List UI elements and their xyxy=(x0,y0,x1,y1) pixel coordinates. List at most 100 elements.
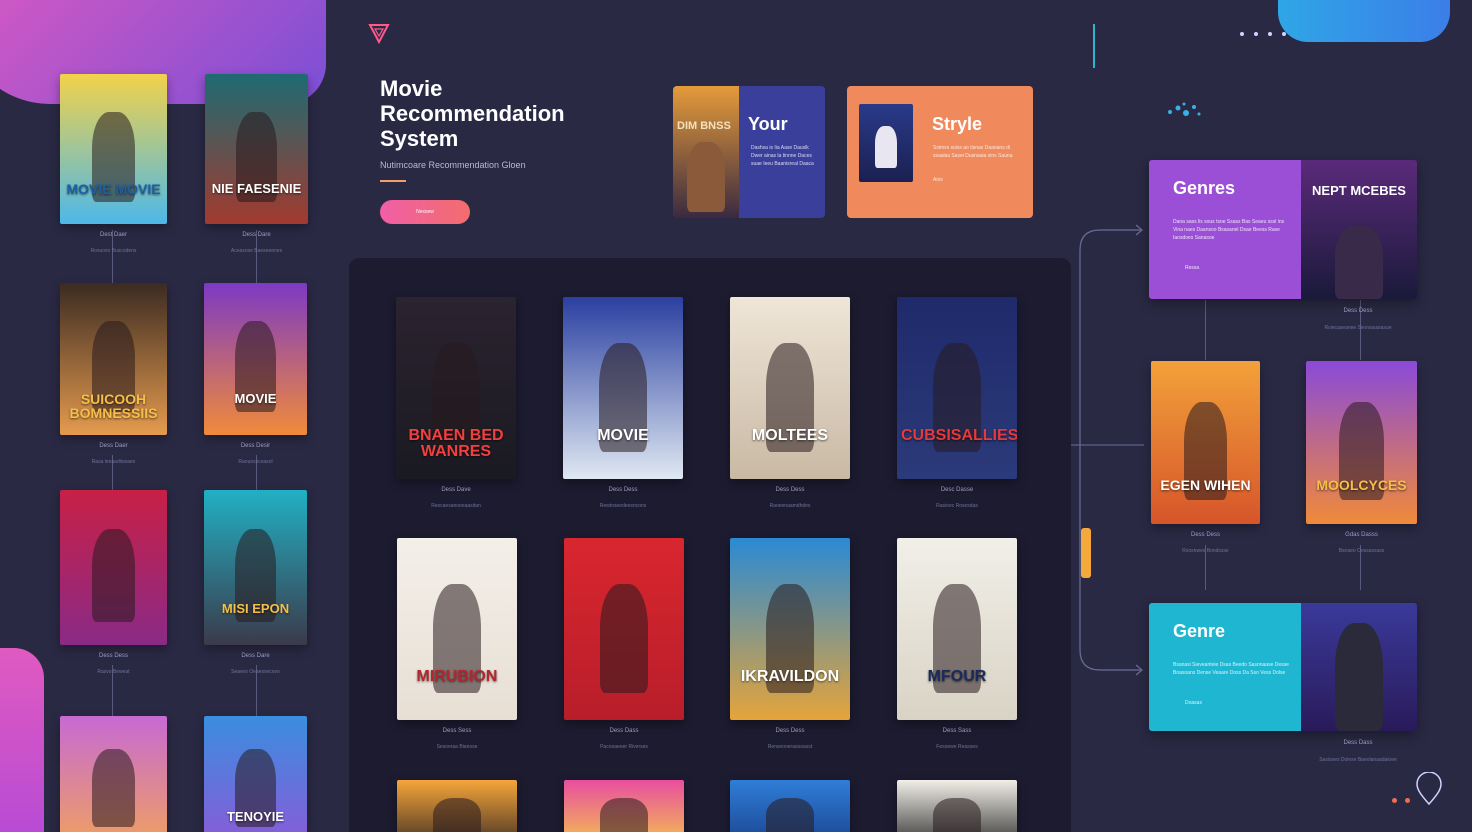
poster-caption: Dess Dave xyxy=(441,487,471,493)
location-pin-icon xyxy=(1416,772,1442,806)
poster-caption: Gdas Dasss xyxy=(1345,532,1378,538)
title-underline xyxy=(380,180,406,182)
poster-caption: Dess Sess xyxy=(442,728,472,734)
flow-arrows xyxy=(1070,224,1144,676)
connector-line xyxy=(1205,300,1206,360)
movie-poster[interactable]: MOLTEES xyxy=(730,297,850,479)
movie-poster[interactable]: NIE FAESENIE xyxy=(205,74,308,224)
movie-poster[interactable]: MOVIE MOVIE xyxy=(60,74,167,224)
genre-poster xyxy=(1301,603,1417,731)
poster-caption: Desc Dasse xyxy=(940,487,974,493)
poster-title: DIM BNSS xyxy=(677,120,731,132)
poster-figure xyxy=(933,797,981,832)
movie-poster[interactable] xyxy=(397,780,517,832)
poster-subcaption: Aceasose Baeseeenes xyxy=(230,248,283,254)
poster-subcaption: Fesoewe Reasoes xyxy=(936,744,978,750)
genre-meta: Ressa xyxy=(1185,265,1200,271)
genre-card-genres[interactable]: Genres Dana sass lis sous tsoe Ssass Bas… xyxy=(1149,160,1417,299)
poster-subcaption: Sesoeraa Bianose xyxy=(436,744,478,750)
poster-title: MOVIE xyxy=(597,427,649,445)
poster-subcaption: Rewtoseedeesncons xyxy=(599,503,647,509)
genre-card-genre[interactable]: Genre Bsanasi Sieveanteie Dsas Beedo Sas… xyxy=(1149,603,1417,731)
movie-poster[interactable]: MIRUBION xyxy=(397,538,517,720)
poster-title: EGEN WIHEN xyxy=(1160,477,1251,494)
poster-subcaption: Rasvo Beweat xyxy=(97,669,130,675)
movie-poster[interactable] xyxy=(730,780,850,832)
card-title: Stryle xyxy=(932,114,983,134)
poster-figure xyxy=(600,583,648,693)
divider xyxy=(1093,24,1095,68)
movie-poster[interactable]: MOOLCYCES xyxy=(1306,361,1417,524)
poster-subcaption: Pacooaeeer Riverses xyxy=(600,744,648,750)
poster-title: MFOUR xyxy=(927,668,987,686)
poster-subcaption: Rsosnwes Bondssse xyxy=(1182,548,1229,554)
poster-caption: Dest Daer xyxy=(99,232,127,238)
movie-poster[interactable] xyxy=(897,780,1017,832)
card-poster xyxy=(859,104,913,182)
poster-caption: Dess Sass xyxy=(942,728,972,734)
card-body: Dashsa is Iia Aase Dauslk Dwer ainas la … xyxy=(751,145,814,167)
cta-button[interactable]: Nexsew xyxy=(380,200,470,224)
movie-poster[interactable]: TENOYIE xyxy=(204,716,307,832)
poster-subcaption: Rosuoxo Buscodens xyxy=(90,248,137,254)
poster-figure xyxy=(600,797,648,832)
poster-caption: Dess Dass xyxy=(1343,740,1373,746)
poster-subcaption: Raoeenaamdhdes xyxy=(769,503,811,509)
poster-caption: Dess Daer xyxy=(99,443,128,449)
poster-subcaption: Renseooerasooasst xyxy=(767,744,813,750)
poster-title: BNAEN BED WANRES xyxy=(408,427,504,461)
card-body: Ssimvs soiss ao tisnas Daanans di ssaala… xyxy=(933,145,1013,159)
poster-caption: Dess Desir xyxy=(240,443,271,449)
card-meta: Anis xyxy=(933,177,943,183)
movie-poster[interactable]: MOVIE xyxy=(204,283,307,435)
card-style[interactable]: Stryle Ssimvs soiss ao tisnas Daanans di… xyxy=(847,86,1033,218)
poster-figure xyxy=(687,142,725,212)
poster-figure xyxy=(766,797,814,832)
card-poster: DIM BNSS xyxy=(673,86,739,218)
movie-poster[interactable] xyxy=(564,538,684,720)
poster-caption: Dess Dare xyxy=(242,232,271,238)
poster-caption: Dess Dess xyxy=(775,728,805,734)
poster-caption: Dess Dare xyxy=(241,653,270,659)
poster-subcaption: Rsiecaseanee Sieovasasasue xyxy=(1324,325,1392,331)
poster-title: MISI EPON xyxy=(221,600,290,616)
triangle-logo-icon xyxy=(368,24,390,44)
movie-poster[interactable]: EGEN WIHEN xyxy=(1151,361,1260,524)
genre-title: Genre xyxy=(1173,621,1226,641)
movie-poster[interactable]: MOVIE xyxy=(563,297,683,479)
movie-poster[interactable]: MISI EPON xyxy=(204,490,307,645)
page-title: Movie Recommendation System xyxy=(380,76,565,151)
card-your[interactable]: DIM BNSS Your Dashsa is Iia Aase Dauslk … xyxy=(673,86,825,218)
movie-poster[interactable]: MFOUR xyxy=(897,538,1017,720)
movie-poster[interactable]: IKRAVILDON xyxy=(730,538,850,720)
poster-title: SUICOOH BOMNESSIIS xyxy=(69,391,158,422)
movie-poster[interactable] xyxy=(564,780,684,832)
poster-title: MOVIE MOVIE xyxy=(66,181,161,197)
poster-figure xyxy=(92,748,135,827)
genre-body: Bsanasi Sieveanteie Dsas Beedo Sasonaase… xyxy=(1173,662,1289,676)
decorative-blob xyxy=(1278,0,1450,42)
poster-figure xyxy=(92,528,135,622)
poster-figure xyxy=(1335,623,1383,731)
movie-poster[interactable]: CUBSISALLIES xyxy=(897,297,1017,479)
dots-decoration xyxy=(1240,32,1286,36)
poster-figure xyxy=(875,126,897,168)
poster-title: NIE FAESENIE xyxy=(211,181,302,196)
movie-poster[interactable] xyxy=(60,490,167,645)
genre-title: Genres xyxy=(1173,178,1236,198)
poster-subcaption: Raouosscoasol xyxy=(238,459,273,465)
movie-poster[interactable]: SUICOOH BOMNESSIIS xyxy=(60,283,167,435)
poster-caption: Dess Dess xyxy=(775,487,805,493)
poster-title: CUBSISALLIES xyxy=(901,427,1017,445)
movie-poster[interactable]: BNAEN BED WANRES xyxy=(396,297,516,479)
poster-subcaption: Bsnaeo Oessassass xyxy=(1338,548,1385,554)
page-subtitle: Nutimcoare Recommendation Gloen xyxy=(380,160,526,170)
poster-subcaption: Rasa lenaadiiseaes xyxy=(91,459,136,465)
genre-body: Dana sass lis sous tsoe Ssass Bas Seaeu … xyxy=(1173,219,1285,241)
poster-caption: Dess Dass xyxy=(609,728,639,734)
genre-meta: Doasas xyxy=(1185,700,1202,706)
poster-caption: Dess Dess xyxy=(98,653,128,659)
poster-title: MIRUBION xyxy=(416,668,498,686)
connector-line xyxy=(112,230,113,290)
movie-poster[interactable] xyxy=(60,716,167,832)
